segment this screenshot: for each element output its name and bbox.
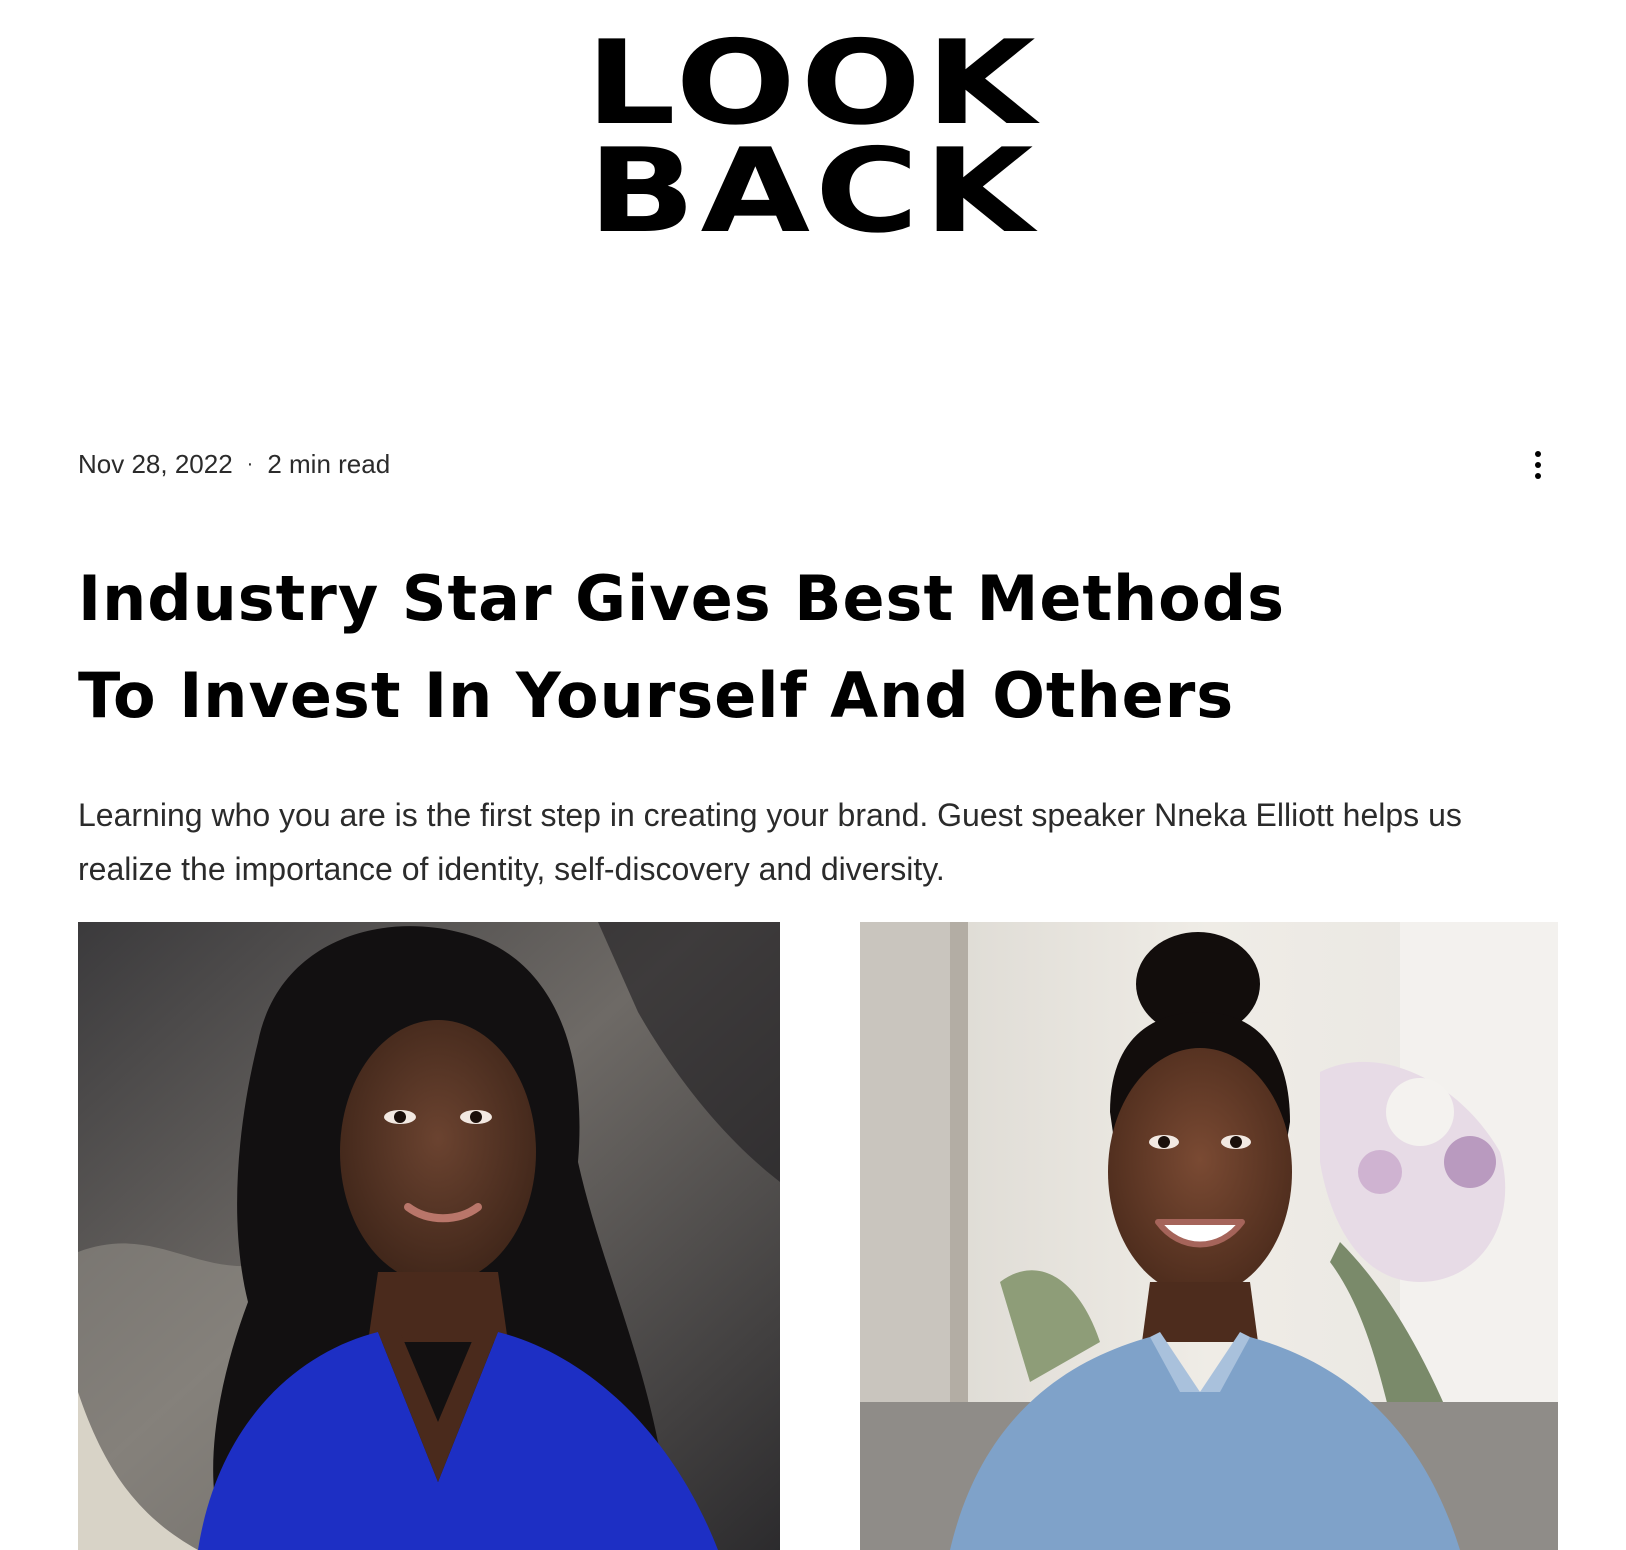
- post-title: Industry Star Gives Best Methods To Inve…: [78, 550, 1578, 744]
- more-vertical-icon: [1535, 451, 1541, 457]
- more-vertical-icon-dot: [1535, 462, 1541, 468]
- logo-line-look: LOOK: [585, 16, 1041, 151]
- portrait-right-image: [860, 922, 1558, 1550]
- more-actions-button[interactable]: [1518, 445, 1558, 485]
- read-time: 2 min read: [267, 448, 391, 479]
- meta-separator: ·: [246, 452, 254, 475]
- post-title-line: Industry Star Gives Best Methods: [78, 562, 1286, 635]
- post-date: Nov 28, 2022: [78, 448, 233, 479]
- more-vertical-icon-dot: [1535, 473, 1541, 479]
- post-meta: Nov 28, 2022 · 2 min read: [78, 447, 390, 481]
- post-title-line: To Invest In Yourself And Others: [78, 659, 1235, 732]
- portrait-left-image: [78, 922, 780, 1550]
- portrait-photo-right: [860, 922, 1558, 1550]
- site-logo[interactable]: LOOK BACK: [0, 16, 1626, 259]
- portrait-photo-left: [78, 922, 780, 1550]
- logo-line-back: BACK: [587, 124, 1039, 259]
- post-excerpt: Learning who you are is the first step i…: [78, 797, 1462, 887]
